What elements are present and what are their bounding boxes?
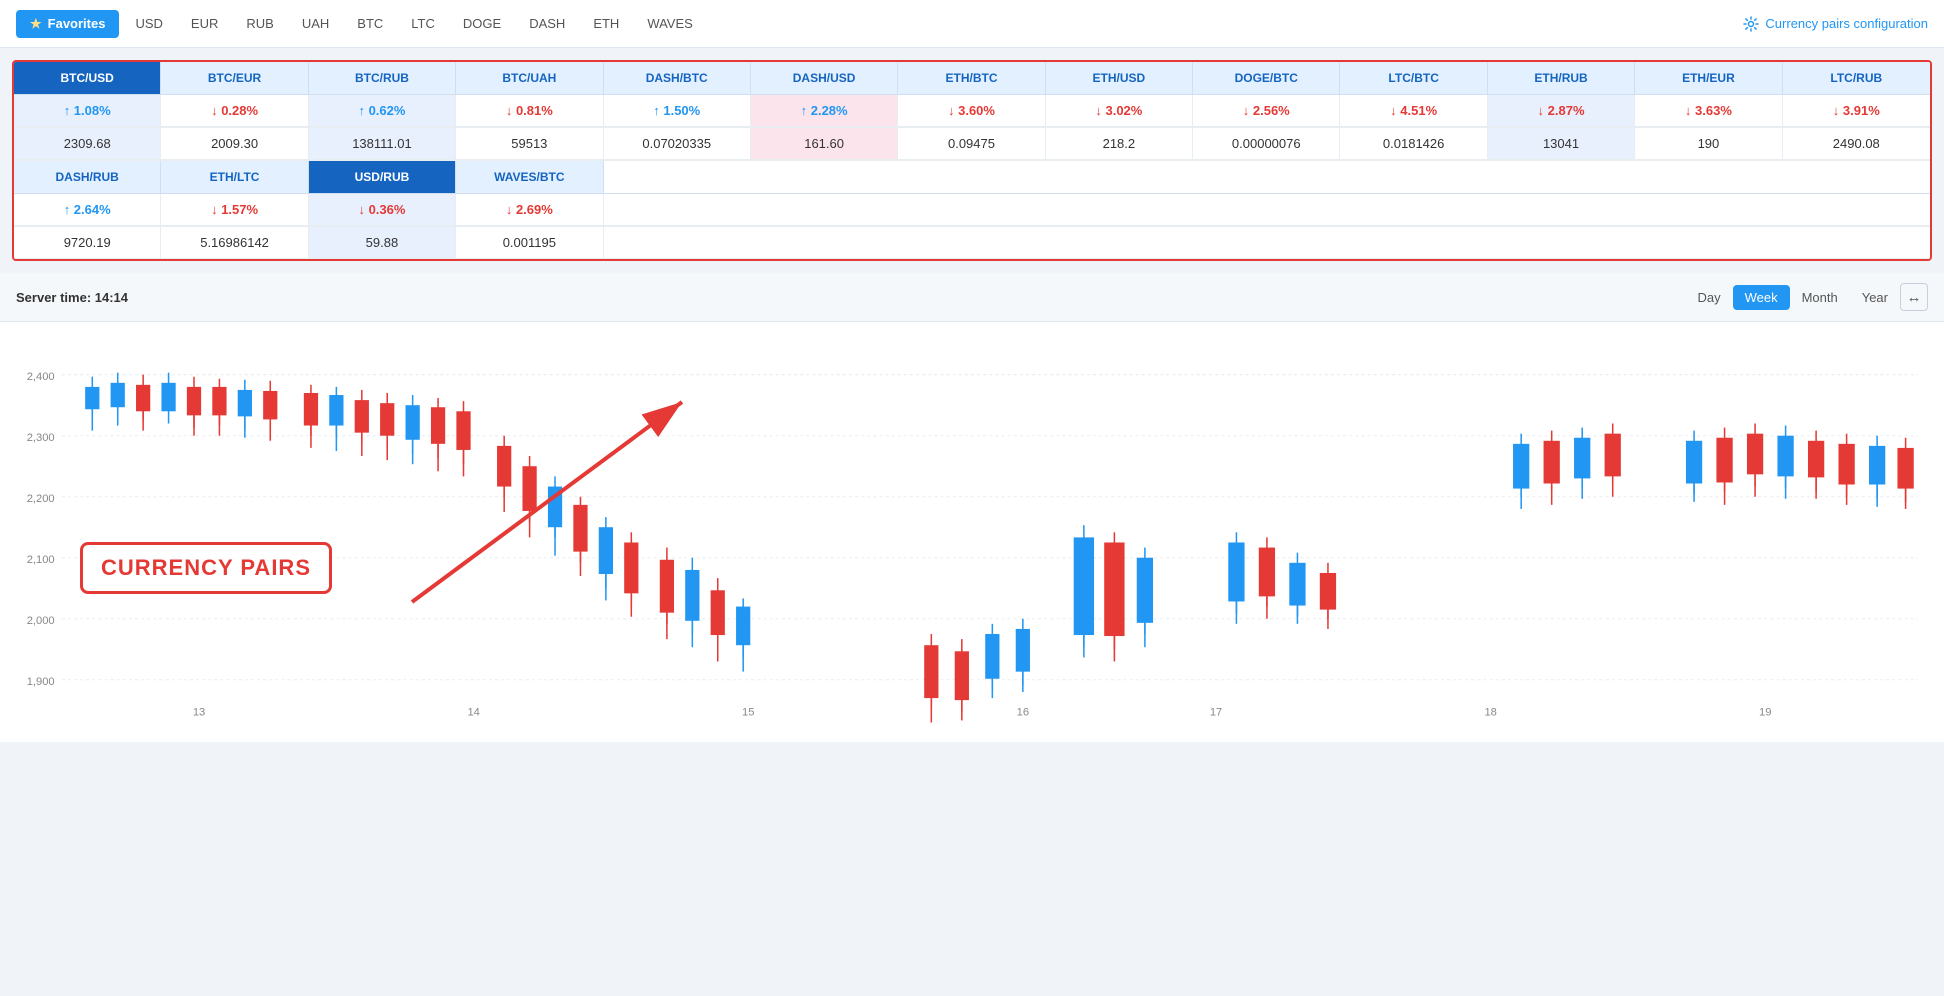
- pair-header-dashbtc[interactable]: DASH/BTC: [604, 62, 751, 94]
- pair-price-ethrub[interactable]: 13041: [1488, 128, 1635, 160]
- svg-text:16: 16: [1017, 706, 1029, 718]
- pair-empty: [604, 194, 1930, 226]
- nav-ltc[interactable]: LTC: [399, 10, 447, 37]
- pair-change-usdrub[interactable]: ↓ 0.36%: [309, 194, 456, 226]
- pair-header-btceur[interactable]: BTC/EUR: [161, 62, 308, 94]
- svg-text:13: 13: [193, 706, 205, 718]
- pair-header-ethrub[interactable]: ETH/RUB: [1488, 62, 1635, 94]
- pair-price-dashusd[interactable]: 161.60: [751, 128, 898, 160]
- pair-header-usdrub[interactable]: USD/RUB: [309, 161, 456, 193]
- pair-header-btcusd[interactable]: BTC/USD: [14, 62, 161, 94]
- pair-price-ltcbtc[interactable]: 0.0181426: [1340, 128, 1487, 160]
- pair-empty2: [604, 227, 1930, 259]
- nav-uah[interactable]: UAH: [290, 10, 341, 37]
- svg-text:1,900: 1,900: [27, 676, 55, 688]
- svg-text:2,300: 2,300: [27, 432, 55, 444]
- svg-text:2,400: 2,400: [27, 371, 55, 383]
- pair-price-ltcrub[interactable]: 2490.08: [1783, 128, 1930, 160]
- pair-price-btcuah[interactable]: 59513: [456, 128, 603, 160]
- pair-change-dogebtc[interactable]: ↓ 2.56%: [1193, 95, 1340, 127]
- pair-header-dogebtc[interactable]: DOGE/BTC: [1193, 62, 1340, 94]
- main-chart: 2,400 2,300 2,200 2,100 2,000 1,900 13 1…: [16, 334, 1928, 742]
- nav-waves[interactable]: WAVES: [635, 10, 705, 37]
- pair-change-wavesbtc[interactable]: ↓ 2.69%: [456, 194, 603, 226]
- nav-btc[interactable]: BTC: [345, 10, 395, 37]
- favorites-button[interactable]: ★ Favorites: [16, 10, 119, 38]
- time-day-button[interactable]: Day: [1685, 285, 1732, 310]
- svg-text:15: 15: [742, 706, 754, 718]
- pair-header-ethusd[interactable]: ETH/USD: [1046, 62, 1193, 94]
- pair-change-ltcrub[interactable]: ↓ 3.91%: [1783, 95, 1930, 127]
- pair-headers-row1: BTC/USD BTC/EUR BTC/RUB BTC/UAH DASH/BTC…: [14, 62, 1930, 95]
- nav-eth[interactable]: ETH: [581, 10, 631, 37]
- expand-button[interactable]: ↔: [1900, 283, 1928, 311]
- pair-header-btcuah[interactable]: BTC/UAH: [456, 62, 603, 94]
- pair-price-usdrub[interactable]: 59.88: [309, 227, 456, 259]
- svg-text:18: 18: [1484, 706, 1496, 718]
- pair-price-wavesbtc[interactable]: 0.001195: [456, 227, 603, 259]
- chart-area: 2,400 2,300 2,200 2,100 2,000 1,900 13 1…: [0, 322, 1944, 742]
- pair-change-ethusd[interactable]: ↓ 3.02%: [1046, 95, 1193, 127]
- config-button[interactable]: Currency pairs configuration: [1743, 16, 1928, 32]
- pair-header-ltcrub[interactable]: LTC/RUB: [1783, 62, 1930, 94]
- pair-change-btcusd[interactable]: ↑ 1.08%: [14, 95, 161, 127]
- svg-text:2,100: 2,100: [27, 554, 55, 566]
- pair-change-dashusd[interactable]: ↑ 2.28%: [751, 95, 898, 127]
- pair-price-etheur[interactable]: 190: [1635, 128, 1782, 160]
- pair-change-btcrub[interactable]: ↑ 0.62%: [309, 95, 456, 127]
- pair-header-dashusd[interactable]: DASH/USD: [751, 62, 898, 94]
- pair-price-dashrub[interactable]: 9720.19: [14, 227, 161, 259]
- pair-headers-row2: DASH/RUB ETH/LTC USD/RUB WAVES/BTC: [14, 161, 1930, 194]
- pair-change-ltcbtc[interactable]: ↓ 4.51%: [1340, 95, 1487, 127]
- pair-header-wavesbtc[interactable]: WAVES/BTC: [456, 161, 603, 193]
- pair-change-dashbtc[interactable]: ↑ 1.50%: [604, 95, 751, 127]
- pair-header-btcrub[interactable]: BTC/RUB: [309, 62, 456, 94]
- svg-text:19: 19: [1759, 706, 1771, 718]
- pair-header-etheur[interactable]: ETH/EUR: [1635, 62, 1782, 94]
- pair-price-btceur[interactable]: 2009.30: [161, 128, 308, 160]
- pair-change-ethltc[interactable]: ↓ 1.57%: [161, 194, 308, 226]
- nav-rub[interactable]: RUB: [234, 10, 285, 37]
- pair-price-btcusd[interactable]: 2309.68: [14, 128, 161, 160]
- server-time: Server time: 14:14: [16, 290, 128, 305]
- nav-dash[interactable]: DASH: [517, 10, 577, 37]
- pair-price-ethltc[interactable]: 5.16986142: [161, 227, 308, 259]
- pair-header-dashrub[interactable]: DASH/RUB: [14, 161, 161, 193]
- pair-change-btcuah[interactable]: ↓ 0.81%: [456, 95, 603, 127]
- time-week-button[interactable]: Week: [1733, 285, 1790, 310]
- pair-price-ethusd[interactable]: 218.2: [1046, 128, 1193, 160]
- time-month-button[interactable]: Month: [1790, 285, 1850, 310]
- svg-text:2,000: 2,000: [27, 615, 55, 627]
- time-year-button[interactable]: Year: [1850, 285, 1900, 310]
- nav-usd[interactable]: USD: [123, 10, 174, 37]
- svg-text:14: 14: [467, 706, 479, 718]
- chart-header: Server time: 14:14 Day Week Month Year ↔: [0, 273, 1944, 322]
- svg-text:17: 17: [1210, 706, 1222, 718]
- pair-changes-row1: ↑ 1.08% ↓ 0.28% ↑ 0.62% ↓ 0.81% ↑ 1.50% …: [14, 95, 1930, 128]
- star-icon: ★: [30, 16, 42, 32]
- pair-header-ethltc[interactable]: ETH/LTC: [161, 161, 308, 193]
- pair-change-btceur[interactable]: ↓ 0.28%: [161, 95, 308, 127]
- pair-header-ethbtc[interactable]: ETH/BTC: [898, 62, 1045, 94]
- pair-change-ethbtc[interactable]: ↓ 3.60%: [898, 95, 1045, 127]
- pair-header-ltcbtc[interactable]: LTC/BTC: [1340, 62, 1487, 94]
- svg-text:2,200: 2,200: [27, 493, 55, 505]
- pair-change-dashrub[interactable]: ↑ 2.64%: [14, 194, 161, 226]
- pair-prices-row2: 9720.19 5.16986142 59.88 0.001195: [14, 227, 1930, 259]
- pairs-container: BTC/USD BTC/EUR BTC/RUB BTC/UAH DASH/BTC…: [12, 60, 1932, 261]
- pair-price-dogebtc[interactable]: 0.00000076: [1193, 128, 1340, 160]
- gear-icon: [1743, 16, 1759, 32]
- pair-change-etheur[interactable]: ↓ 3.63%: [1635, 95, 1782, 127]
- top-nav: ★ Favorites USD EUR RUB UAH BTC LTC DOGE…: [0, 0, 1944, 48]
- nav-eur[interactable]: EUR: [179, 10, 230, 37]
- pair-price-ethbtc[interactable]: 0.09475: [898, 128, 1045, 160]
- pair-changes-row2: ↑ 2.64% ↓ 1.57% ↓ 0.36% ↓ 2.69%: [14, 194, 1930, 227]
- pair-prices-row1: 2309.68 2009.30 138111.01 59513 0.070203…: [14, 128, 1930, 161]
- pair-change-ethrub[interactable]: ↓ 2.87%: [1488, 95, 1635, 127]
- pair-price-dashbtc[interactable]: 0.07020335: [604, 128, 751, 160]
- pair-price-btcrub[interactable]: 138111.01: [309, 128, 456, 160]
- nav-doge[interactable]: DOGE: [451, 10, 513, 37]
